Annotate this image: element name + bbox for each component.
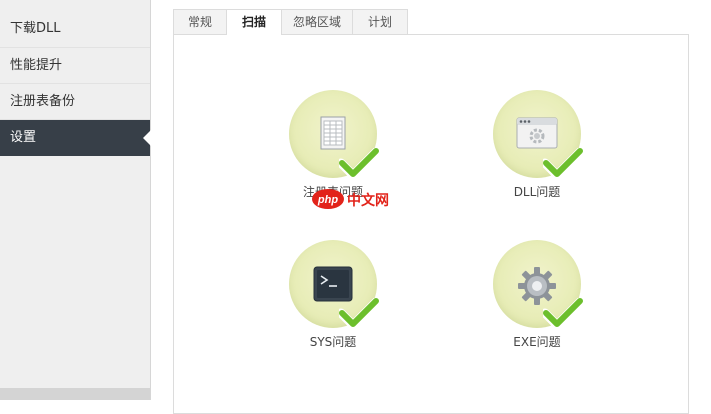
check-icon <box>543 148 583 178</box>
svg-text:中文网: 中文网 <box>347 192 389 209</box>
sidebar-item-label: 注册表备份 <box>10 94 76 109</box>
check-icon <box>543 298 583 328</box>
sidebar-item-download-dll[interactable]: 下载DLL <box>0 0 150 48</box>
scan-item-dll[interactable]: DLL问题 <box>467 90 607 210</box>
watermark: php 中文网 <box>311 186 401 216</box>
sidebar-item-performance[interactable]: 性能提升 <box>0 48 150 84</box>
sidebar: 下载DLL 性能提升 注册表备份 设置 <box>0 0 151 400</box>
scan-panel <box>173 34 689 414</box>
tab-label: 常规 <box>187 15 212 29</box>
tab-general[interactable]: 常规 <box>173 9 227 34</box>
sidebar-item-label: 下载DLL <box>10 21 61 36</box>
scan-item-sys[interactable]: SYS问题 <box>263 240 403 360</box>
scan-item-label: EXE问题 <box>513 335 561 349</box>
tab-label: 扫描 <box>241 15 266 29</box>
registry-document-icon <box>320 116 346 150</box>
sidebar-footer <box>0 388 150 400</box>
tab-ignore-areas[interactable]: 忽略区域 <box>281 9 353 34</box>
sidebar-item-label: 性能提升 <box>10 58 63 73</box>
svg-text:php: php <box>317 194 338 206</box>
check-icon <box>339 298 379 328</box>
terminal-icon <box>313 266 353 302</box>
php-logo-icon: php 中文网 <box>312 189 389 209</box>
tab-bar: 常规 扫描 忽略区域 计划 <box>173 9 408 35</box>
scan-item-label: SYS问题 <box>309 335 357 349</box>
tab-scan[interactable]: 扫描 <box>226 9 282 35</box>
window-gear-icon <box>516 117 558 149</box>
scan-item-label: DLL问题 <box>513 185 561 199</box>
sidebar-item-registry-backup[interactable]: 注册表备份 <box>0 84 150 120</box>
check-icon <box>339 148 379 178</box>
tab-schedule[interactable]: 计划 <box>352 9 408 34</box>
tab-label: 忽略区域 <box>292 15 341 29</box>
scan-item-exe[interactable]: EXE问题 <box>467 240 607 360</box>
sidebar-item-settings[interactable]: 设置 <box>0 120 151 156</box>
sidebar-item-label: 设置 <box>10 130 37 145</box>
tab-label: 计划 <box>367 15 392 29</box>
